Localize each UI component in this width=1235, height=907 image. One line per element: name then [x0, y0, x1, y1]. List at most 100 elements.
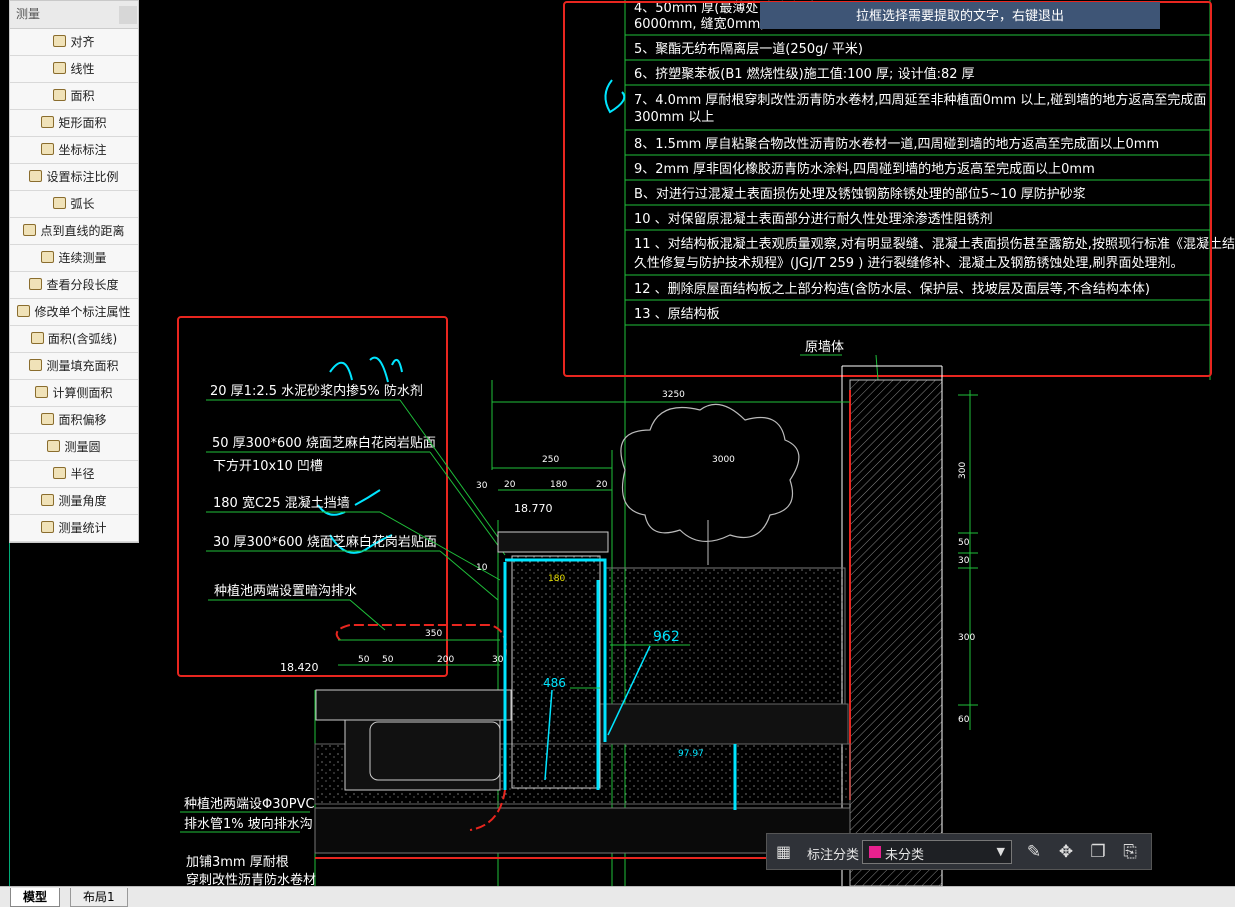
tool-item[interactable]: 测量圆	[10, 434, 138, 461]
category-color-swatch	[869, 846, 881, 858]
tool-label: 查看分段长度	[46, 278, 119, 292]
chevron-down-icon: ▼	[996, 845, 1005, 858]
dimension-label: 20	[504, 480, 516, 490]
side-area-icon	[35, 386, 49, 398]
dimension-label: 30	[492, 655, 504, 665]
tool-item[interactable]: 半径	[10, 461, 138, 488]
existing-wall	[849, 379, 943, 886]
tool-item[interactable]: 矩形面积	[10, 110, 138, 137]
panel-collapse-button[interactable]	[119, 6, 137, 24]
panel-title-text: 测量	[16, 7, 41, 21]
dimension-label: 50	[382, 655, 394, 665]
coordinate-icon	[41, 143, 55, 155]
tool-label: 弧长	[70, 197, 95, 211]
spec-line: 9、2mm 厚非固化橡胶沥青防水涂料,四周碰到墙的地方返高至完成面以上0mm	[634, 161, 1095, 177]
spec-line: 8、1.5mm 厚自粘聚合物改性沥青防水卷材一道,四周碰到墙的地方返高至完成面以…	[634, 136, 1159, 152]
tool-item[interactable]: 坐标标注	[10, 137, 138, 164]
dimension-label: 200	[437, 655, 454, 665]
tool-item[interactable]: 弧长	[10, 191, 138, 218]
rect-area-icon	[41, 116, 55, 128]
tool-item[interactable]: 测量统计	[10, 515, 138, 542]
spec-line: 11 、对结构板混凝土表观质量观察,对有明显裂缝、混凝土表面损伤甚至露筋处,按照…	[634, 236, 1235, 252]
tool-label: 测量填充面积	[46, 359, 119, 373]
dimension-label: 250	[542, 455, 559, 465]
tool-item[interactable]: 对齐	[10, 29, 138, 56]
spec-line: 6、挤塑聚苯板(B1 燃烧性级)施工值:100 厚; 设计值:82 厚	[634, 66, 975, 82]
radius-icon	[53, 467, 67, 479]
extract-text-hint-banner: 拉框选择需要提取的文字，右键退出	[760, 2, 1160, 29]
dimension-label: 180	[550, 480, 567, 490]
circle-measure-icon	[47, 440, 61, 452]
dimension-label: 30	[958, 556, 970, 566]
tool-item[interactable]: 点到直线的距离	[10, 218, 138, 245]
dimension-label: 350	[425, 629, 442, 639]
tool-label: 设置标注比例	[46, 170, 119, 184]
continuous-measure-icon	[41, 251, 55, 263]
spec-line: 6000mm, 缝宽0mm,	[634, 16, 764, 32]
annotation-toolbar: ▦ 标注分类 未分类 ▼ ✎ ✥ ❐ ⎘	[766, 833, 1152, 870]
tool-list: 对齐 线性面积矩形面积坐标标注设置标注比例 弧长点到直线的距离连续测量查看分段长度修…	[10, 29, 138, 542]
retaining-wall	[511, 555, 601, 789]
point-line-distance-icon	[23, 224, 37, 236]
dimension-label: 50	[358, 655, 370, 665]
dimension-label: 50	[958, 538, 970, 548]
edit-icon[interactable]: ✎	[1023, 841, 1045, 863]
dimension-label: 3000	[712, 455, 735, 465]
tab-model[interactable]: 模型	[10, 888, 61, 907]
tool-item[interactable]: 查看分段长度	[10, 272, 138, 299]
tool-label: 计算侧面积	[52, 386, 113, 400]
linear-measure-icon	[53, 62, 67, 74]
category-select[interactable]: 未分类 ▼	[862, 840, 1012, 864]
align-measure-icon	[53, 35, 67, 47]
dimension-label: 60	[958, 715, 970, 725]
spec-line: 10 、对保留原混凝土表面部分进行耐久性处理涂渗透性阻锈剂	[634, 211, 993, 227]
tool-item[interactable]: 修改单个标注属性	[10, 299, 138, 326]
note-line: 下方开10x10 凹槽	[213, 458, 323, 474]
tool-label: 半径	[70, 467, 95, 481]
measure-label: 97.97	[678, 749, 704, 759]
drawing-canvas[interactable]: 4、50mm 厚(最薄处 宽度为 大于 6000mm, 缝宽0mm, 5、聚酯无…	[0, 0, 1235, 886]
tool-item[interactable]: 连续测量	[10, 245, 138, 272]
scale-icon	[29, 170, 43, 182]
note-line: 种植池两端设Φ30PVC	[184, 797, 315, 812]
wall-label: 原墙体	[805, 340, 844, 355]
dimension-label: 300	[958, 633, 975, 643]
paste-icon[interactable]: ⎘	[1119, 841, 1141, 863]
tool-label: 连续测量	[58, 251, 107, 265]
note-line: 50 厚300*600 烧面芝麻白花岗岩贴面	[212, 435, 436, 451]
arc-area-icon	[30, 332, 44, 344]
tool-item[interactable]: 设置标注比例	[10, 164, 138, 191]
note-line: 20 厚1:2.5 水泥砂浆内掺5% 防水剂	[210, 383, 423, 399]
tool-item[interactable]: 面积	[10, 83, 138, 110]
annotation-category-label: 标注分类	[807, 848, 860, 863]
tool-label: 测量圆	[64, 440, 101, 454]
tool-item[interactable]: 面积(含弧线)	[10, 326, 138, 353]
segment-length-icon	[29, 278, 43, 290]
tool-item[interactable]: 测量填充面积	[10, 353, 138, 380]
tool-label: 矩形面积	[58, 116, 107, 130]
hatch-area-icon	[29, 359, 43, 371]
spec-line: 300mm 以上	[634, 110, 714, 125]
category-value: 未分类	[885, 848, 925, 863]
move-icon[interactable]: ✥	[1055, 841, 1077, 863]
measure-label: 962	[653, 629, 680, 645]
tool-label: 面积	[70, 89, 95, 103]
copy-icon[interactable]: ❐	[1087, 841, 1109, 863]
tool-label: 面积(含弧线)	[47, 332, 118, 346]
tool-label: 测量角度	[58, 494, 107, 508]
tool-item[interactable]: 测量角度	[10, 488, 138, 515]
note-line: 穿刺改性沥青防水卷材	[186, 872, 316, 886]
tab-layout1[interactable]: 布局1	[70, 888, 128, 907]
panel-title: 测量	[10, 1, 138, 29]
arc-length-icon	[53, 197, 67, 209]
grid-icon[interactable]: ▦	[776, 843, 794, 861]
spec-line: B、对进行过混凝土表面损伤处理及锈蚀钢筋除锈处理的部位5~10 厚防护砂浆	[634, 186, 1086, 202]
spec-line: 久性修复与防护技术规程》(JGJ/T 259 ) 进行裂缝修补、混凝土及钢筋锈蚀…	[634, 255, 1184, 271]
tool-item[interactable]: 面积偏移	[10, 407, 138, 434]
spec-line: 13 、原结构板	[634, 307, 720, 322]
measure-label: 486	[543, 676, 566, 690]
tool-item[interactable]: 线性	[10, 56, 138, 83]
dimension-label: 300	[958, 462, 968, 479]
tool-item[interactable]: 计算侧面积	[10, 380, 138, 407]
note-line: 180 宽C25 混凝土挡墙	[213, 495, 350, 511]
